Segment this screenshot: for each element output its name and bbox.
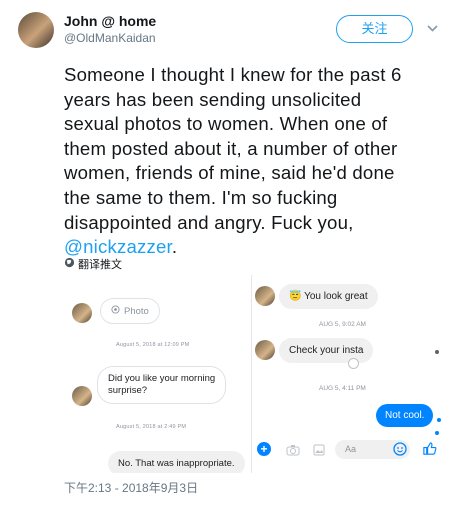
- tweet-line: sexual photos to women. When one of: [64, 113, 388, 135]
- tweet-timestamp[interactable]: 下午2:13 - 2018年9月3日: [64, 479, 198, 496]
- chevron-down-icon[interactable]: [427, 21, 438, 35]
- follow-button[interactable]: 关注: [336, 15, 413, 43]
- reaction-icon[interactable]: [348, 358, 359, 369]
- message-input-placeholder: Aa: [345, 444, 357, 454]
- tweet-line: the same to them. I'm so fucking: [64, 186, 338, 208]
- tweet-line-last: @nickzazzer.: [64, 235, 454, 260]
- emoji-icon[interactable]: [393, 442, 407, 461]
- add-icon[interactable]: +: [257, 442, 271, 456]
- message-bubble: Did you like your morning surprise?: [97, 366, 227, 404]
- tweet-text: Someone I thought I knew for the past 6 …: [64, 63, 454, 260]
- sender-avatar: [72, 303, 92, 323]
- seen-indicator: [435, 350, 439, 354]
- photo-label: Photo: [124, 305, 149, 317]
- message-timestamp: AUG 5, 9:02 AM: [319, 321, 366, 328]
- message-bubble: Check your insta: [279, 338, 374, 363]
- tweet-line: Someone I thought I knew for the past 6: [64, 64, 402, 85]
- message-timestamp: August 5, 2018 at 2:49 PM: [116, 424, 187, 430]
- message-text: surprise?: [108, 385, 148, 396]
- tweet-line: women, friends of mine, said he'd done: [64, 162, 395, 184]
- tweet-line: disappointed and angry. Fuck you,: [64, 211, 354, 233]
- message-bubble-sent: Not cool.: [376, 404, 434, 427]
- smiling-halo-emoji-icon: 😇: [289, 291, 302, 302]
- message-text: No. That was inappropriate.: [118, 458, 235, 469]
- message-text: You look great: [304, 291, 368, 302]
- message-text: Check your insta: [289, 345, 364, 356]
- avatar[interactable]: [18, 12, 54, 48]
- divider: [251, 275, 252, 473]
- message-timestamp: August 5, 2018 at 12:09 PM: [116, 342, 190, 348]
- mention-link[interactable]: @nickzazzer: [64, 236, 172, 257]
- seen-indicator: [437, 418, 441, 422]
- photo-attachment[interactable]: Photo: [100, 298, 160, 324]
- message-input[interactable]: Aa: [335, 440, 410, 459]
- user-handle[interactable]: @OldManKaidan: [64, 31, 156, 45]
- globe-icon: [64, 257, 75, 271]
- camera-icon: [111, 305, 120, 317]
- tweet-line: them posted about it, a number of other: [64, 137, 398, 159]
- tweet-media-image[interactable]: Photo August 5, 2018 at 12:09 PM Did you…: [64, 275, 444, 473]
- seen-indicator: [435, 431, 439, 435]
- tweet-line: years has been sending unsolicited: [64, 88, 362, 110]
- sender-avatar: [255, 286, 275, 306]
- like-icon[interactable]: [422, 441, 437, 461]
- mention-suffix: .: [171, 236, 178, 258]
- image-icon[interactable]: [313, 443, 325, 461]
- sender-avatar: [72, 386, 92, 406]
- message-bubble: 😇 You look great: [279, 284, 378, 309]
- message-bubble: No. That was inappropriate.: [108, 451, 245, 473]
- message-text: Did you like your morning: [108, 373, 216, 384]
- camera-icon[interactable]: [286, 443, 300, 461]
- translate-label: 翻译推文: [78, 259, 122, 271]
- message-text: Not cool.: [385, 410, 425, 421]
- sender-avatar: [255, 340, 275, 360]
- translate-link[interactable]: 翻译推文: [64, 256, 122, 272]
- user-name[interactable]: John @ home: [64, 13, 156, 29]
- message-timestamp: AUG 5, 4:11 PM: [319, 385, 366, 392]
